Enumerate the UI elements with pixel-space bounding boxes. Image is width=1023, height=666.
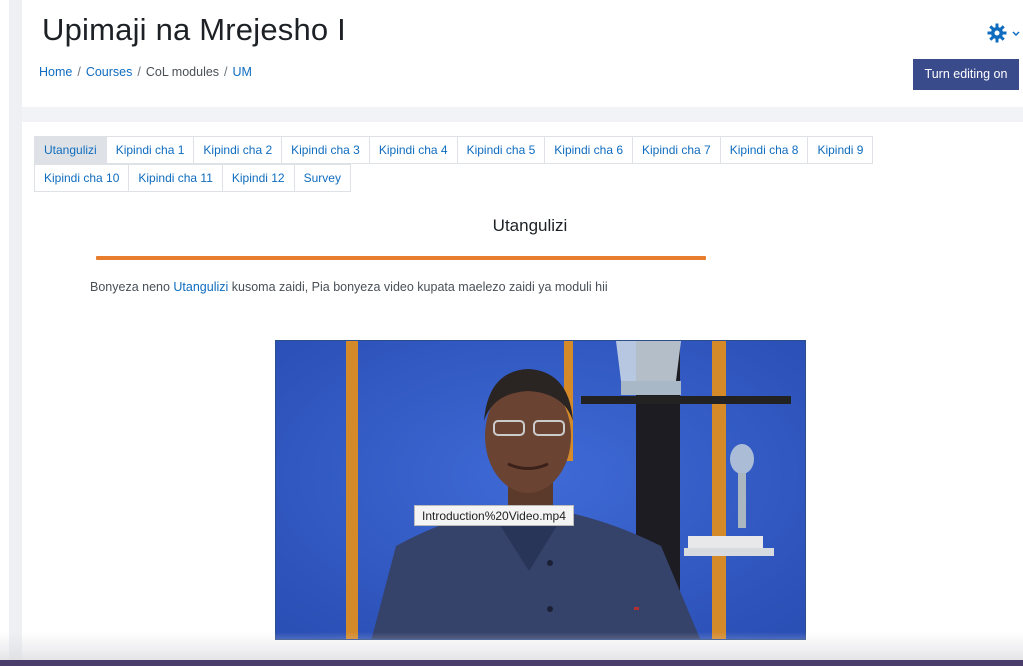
utangulizi-link[interactable]: Utangulizi: [173, 280, 228, 294]
tab-kipindi-cha-6[interactable]: Kipindi cha 6: [544, 136, 634, 164]
tab-kipindi-cha-7[interactable]: Kipindi cha 7: [632, 136, 721, 164]
intro-text-end: kusoma zaidi, Pia bonyeza video kupata m…: [228, 280, 608, 294]
tab-kipindi-9[interactable]: Kipindi 9: [807, 136, 874, 164]
breadcrumb-separator: /: [224, 65, 228, 79]
tab-row-2: Kipindi cha 10 Kipindi cha 11 Kipindi 12…: [34, 164, 994, 192]
tab-kipindi-12[interactable]: Kipindi 12: [221, 164, 295, 192]
section-tabs: Utangulizi Kipindi cha 1 Kipindi cha 2 K…: [34, 136, 994, 192]
breadcrumb-col-modules: CoL modules: [145, 65, 220, 79]
tab-kipindi-cha-10[interactable]: Kipindi cha 10: [34, 164, 130, 192]
bottom-bar: [0, 660, 1023, 666]
tab-row-1: Utangulizi Kipindi cha 1 Kipindi cha 2 K…: [34, 136, 994, 164]
breadcrumb-home[interactable]: Home: [39, 65, 72, 79]
intro-video-player[interactable]: [275, 340, 806, 640]
tab-kipindi-cha-8[interactable]: Kipindi cha 8: [719, 136, 809, 164]
tab-kipindi-cha-4[interactable]: Kipindi cha 4: [368, 136, 458, 164]
turn-editing-on-button[interactable]: Turn editing on: [913, 59, 1019, 90]
tab-kipindi-cha-3[interactable]: Kipindi cha 3: [281, 136, 370, 164]
intro-text-start: Bonyeza neno: [90, 280, 174, 294]
tab-kipindi-cha-11[interactable]: Kipindi cha 11: [128, 164, 223, 192]
breadcrumb: Home / Courses / CoL modules / UM: [39, 65, 252, 79]
tab-utangulizi[interactable]: Utangulizi: [34, 136, 107, 164]
video-frame: [276, 341, 805, 639]
tab-survey[interactable]: Survey: [293, 164, 351, 192]
section-divider: [96, 256, 706, 260]
tab-kipindi-cha-1[interactable]: Kipindi cha 1: [105, 136, 195, 164]
section-intro: Bonyeza neno Utangulizi kusoma zaidi, Pi…: [90, 280, 608, 294]
breadcrumb-separator: /: [137, 65, 141, 79]
gear-icon[interactable]: [986, 22, 1022, 44]
breadcrumb-um[interactable]: UM: [233, 65, 252, 79]
tab-kipindi-cha-2[interactable]: Kipindi cha 2: [193, 136, 283, 164]
course-content: Utangulizi Kipindi cha 1 Kipindi cha 2 K…: [22, 122, 1023, 666]
breadcrumb-separator: /: [77, 65, 81, 79]
section-title: Utangulizi: [492, 216, 568, 235]
left-drawer-strip: [0, 0, 9, 666]
video-filename-tooltip: Introduction%20Video.mp4: [414, 505, 574, 526]
page-title: Upimaji na Mrejesho I: [42, 12, 346, 47]
breadcrumb-courses[interactable]: Courses: [86, 65, 133, 79]
page-gutter: [9, 0, 22, 666]
page-header: Upimaji na Mrejesho I Home / Courses / CoL m…: [22, 0, 1023, 107]
tab-kipindi-cha-5[interactable]: Kipindi cha 5: [456, 136, 546, 164]
